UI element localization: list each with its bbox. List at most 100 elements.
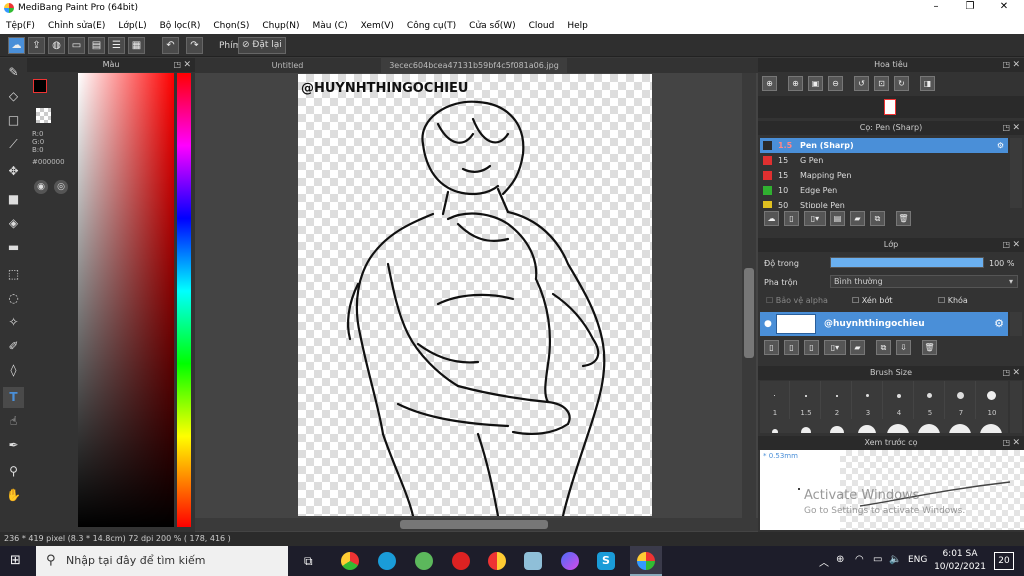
size-option[interactable]: 3	[853, 381, 883, 419]
new-halftone-layer-icon[interactable]: ▯	[784, 340, 799, 355]
app-green-icon[interactable]	[415, 552, 433, 570]
close-panel-icon[interactable]: ✕	[1012, 58, 1020, 72]
cloud-brush-icon[interactable]: ☁	[764, 211, 779, 226]
brush-item-stipple-pen[interactable]: 50 Stipple Pen	[760, 198, 1008, 208]
horizontal-scroll-thumb[interactable]	[400, 520, 548, 529]
clipping-checkbox[interactable]: ☐ Xén bớt	[852, 296, 892, 305]
select-tool-icon[interactable]: ⬚	[3, 264, 24, 285]
new-brush-icon[interactable]: ▯	[784, 211, 799, 226]
menu-cloud[interactable]: Cloud	[529, 21, 555, 31]
undock-icon[interactable]: ◳	[1002, 436, 1010, 450]
folder-icon[interactable]: ▰	[850, 340, 865, 355]
medibang-taskbar-item[interactable]	[630, 546, 662, 576]
menu-layer[interactable]: Lớp(L)	[118, 21, 146, 31]
lock-checkbox[interactable]: ☐ Khóa	[938, 296, 968, 305]
merge-icon[interactable]: ⇩	[896, 340, 911, 355]
menu-color[interactable]: Màu (C)	[313, 21, 348, 31]
size-option[interactable]: 1.5	[791, 381, 821, 419]
notification-center-icon[interactable]: 20	[994, 552, 1014, 570]
size-option[interactable]: 4	[884, 381, 914, 419]
language-indicator[interactable]: ENG	[908, 555, 927, 565]
windows-start-icon[interactable]: ⊞	[10, 554, 24, 568]
tab-untitled[interactable]: Untitled	[195, 58, 380, 73]
gradient-tool-icon[interactable]: ▬	[3, 237, 24, 258]
palette-add-icon[interactable]: ◎	[54, 180, 68, 194]
gear-icon[interactable]: ⚙	[997, 138, 1004, 153]
size-option[interactable]: 5	[915, 381, 945, 419]
lasso-tool-icon[interactable]: ◌	[3, 288, 24, 309]
grid-icon[interactable]: ▦	[128, 37, 145, 54]
eyedropper-icon[interactable]: ⚲	[3, 461, 24, 482]
chrome-canary-icon[interactable]	[488, 552, 506, 570]
vertical-scrollbar[interactable]	[742, 73, 756, 518]
zoom-in-icon[interactable]: ⊕	[762, 76, 777, 91]
notes-icon[interactable]	[524, 552, 542, 570]
redo-icon[interactable]: ↷	[186, 37, 203, 54]
share-icon[interactable]: ⇪	[28, 37, 45, 54]
menu-filter[interactable]: Bộ lọc(R)	[160, 21, 201, 31]
operation-tool-icon[interactable]: ☝	[3, 411, 24, 432]
clock-date[interactable]: 10/02/2021	[934, 562, 986, 572]
line-tool-icon[interactable]: ⟋	[3, 134, 24, 155]
move-tool-icon[interactable]: ✥	[3, 161, 24, 182]
close-panel-icon[interactable]: ✕	[1012, 436, 1020, 450]
cloud-icon[interactable]: ☁	[8, 37, 25, 54]
folder-icon[interactable]: ▰	[850, 211, 865, 226]
trash-icon[interactable]: 🗑	[922, 340, 937, 355]
rect-tool-icon[interactable]: □	[3, 110, 24, 131]
size-option[interactable]: 2	[822, 381, 852, 419]
undock-icon[interactable]: ◳	[173, 58, 181, 72]
list-icon[interactable]: ☰	[108, 37, 125, 54]
brush-item-g-pen[interactable]: 15 G Pen	[760, 153, 1008, 168]
brush-item-mapping-pen[interactable]: 15 Mapping Pen	[760, 168, 1008, 183]
brush-settings-icon[interactable]: ▤	[830, 211, 845, 226]
duplicate-icon[interactable]: ⧉	[870, 211, 885, 226]
rotate-right-icon[interactable]: ↻	[894, 76, 909, 91]
hand-tool-icon[interactable]: ✋	[3, 485, 24, 506]
visibility-icon[interactable]: ●	[764, 319, 772, 329]
protect-alpha-checkbox[interactable]: ☐ Bảo vệ alpha	[766, 296, 828, 305]
menu-help[interactable]: Help	[567, 21, 588, 31]
blur-tool-icon[interactable]: ✒	[3, 435, 24, 456]
primary-color-swatch[interactable]	[33, 79, 47, 93]
menu-window[interactable]: Cửa sổ(W)	[469, 21, 515, 31]
duplicate-icon[interactable]: ⧉	[876, 340, 891, 355]
navigator-thumbnail[interactable]	[884, 99, 896, 115]
page-icon[interactable]: ▤	[88, 37, 105, 54]
layer-row[interactable]: ● @huynhthingochieu ⚙	[760, 312, 1008, 336]
blend-mode-select[interactable]: Bình thường ▾	[830, 275, 1018, 288]
eraser-tool-icon[interactable]: ◇	[3, 86, 24, 107]
skype-icon[interactable]: S	[597, 552, 615, 570]
layer-scrollbar[interactable]	[1010, 312, 1022, 336]
undo-icon[interactable]: ↶	[162, 37, 179, 54]
undock-icon[interactable]: ◳	[1002, 121, 1010, 135]
select-eraser-icon[interactable]: ◊	[3, 360, 24, 381]
menu-tools[interactable]: Công cụ(T)	[407, 21, 456, 31]
size-option[interactable]: 1	[760, 381, 790, 419]
new-layer-icon[interactable]: ▯	[764, 340, 779, 355]
chrome-icon[interactable]	[341, 552, 359, 570]
fill-rect-tool-icon[interactable]: ■	[3, 189, 24, 210]
magic-wand-icon[interactable]: ✧	[3, 312, 24, 333]
close-panel-icon[interactable]: ✕	[1012, 121, 1020, 135]
menu-view[interactable]: Xem(V)	[361, 21, 394, 31]
navigator-preview[interactable]	[758, 96, 1024, 118]
opacity-slider[interactable]	[830, 257, 984, 268]
hue-slider[interactable]	[177, 73, 191, 527]
new-8bit-layer-icon[interactable]: ▯	[804, 340, 819, 355]
close-button[interactable]: ✕	[984, 1, 1024, 16]
message-icon[interactable]: ▭	[68, 37, 85, 54]
close-panel-icon[interactable]: ✕	[183, 58, 191, 72]
menu-snap[interactable]: Chụp(N)	[262, 21, 299, 31]
edge-icon[interactable]	[378, 552, 396, 570]
close-panel-icon[interactable]: ✕	[1012, 366, 1020, 380]
size-option[interactable]: 7	[946, 381, 976, 419]
task-view-icon[interactable]: ⧉	[304, 554, 313, 569]
zoom-in-alt-icon[interactable]: ⊕	[788, 76, 803, 91]
drawing-canvas[interactable]: @HUYNHTHINGOCHIEU	[298, 74, 652, 516]
bucket-tool-icon[interactable]: ◈	[3, 213, 24, 234]
select-pen-icon[interactable]: ✐	[3, 336, 24, 357]
menu-file[interactable]: Tệp(F)	[6, 21, 35, 31]
flip-icon[interactable]: ◨	[920, 76, 935, 91]
trash-icon[interactable]: 🗑	[896, 211, 911, 226]
